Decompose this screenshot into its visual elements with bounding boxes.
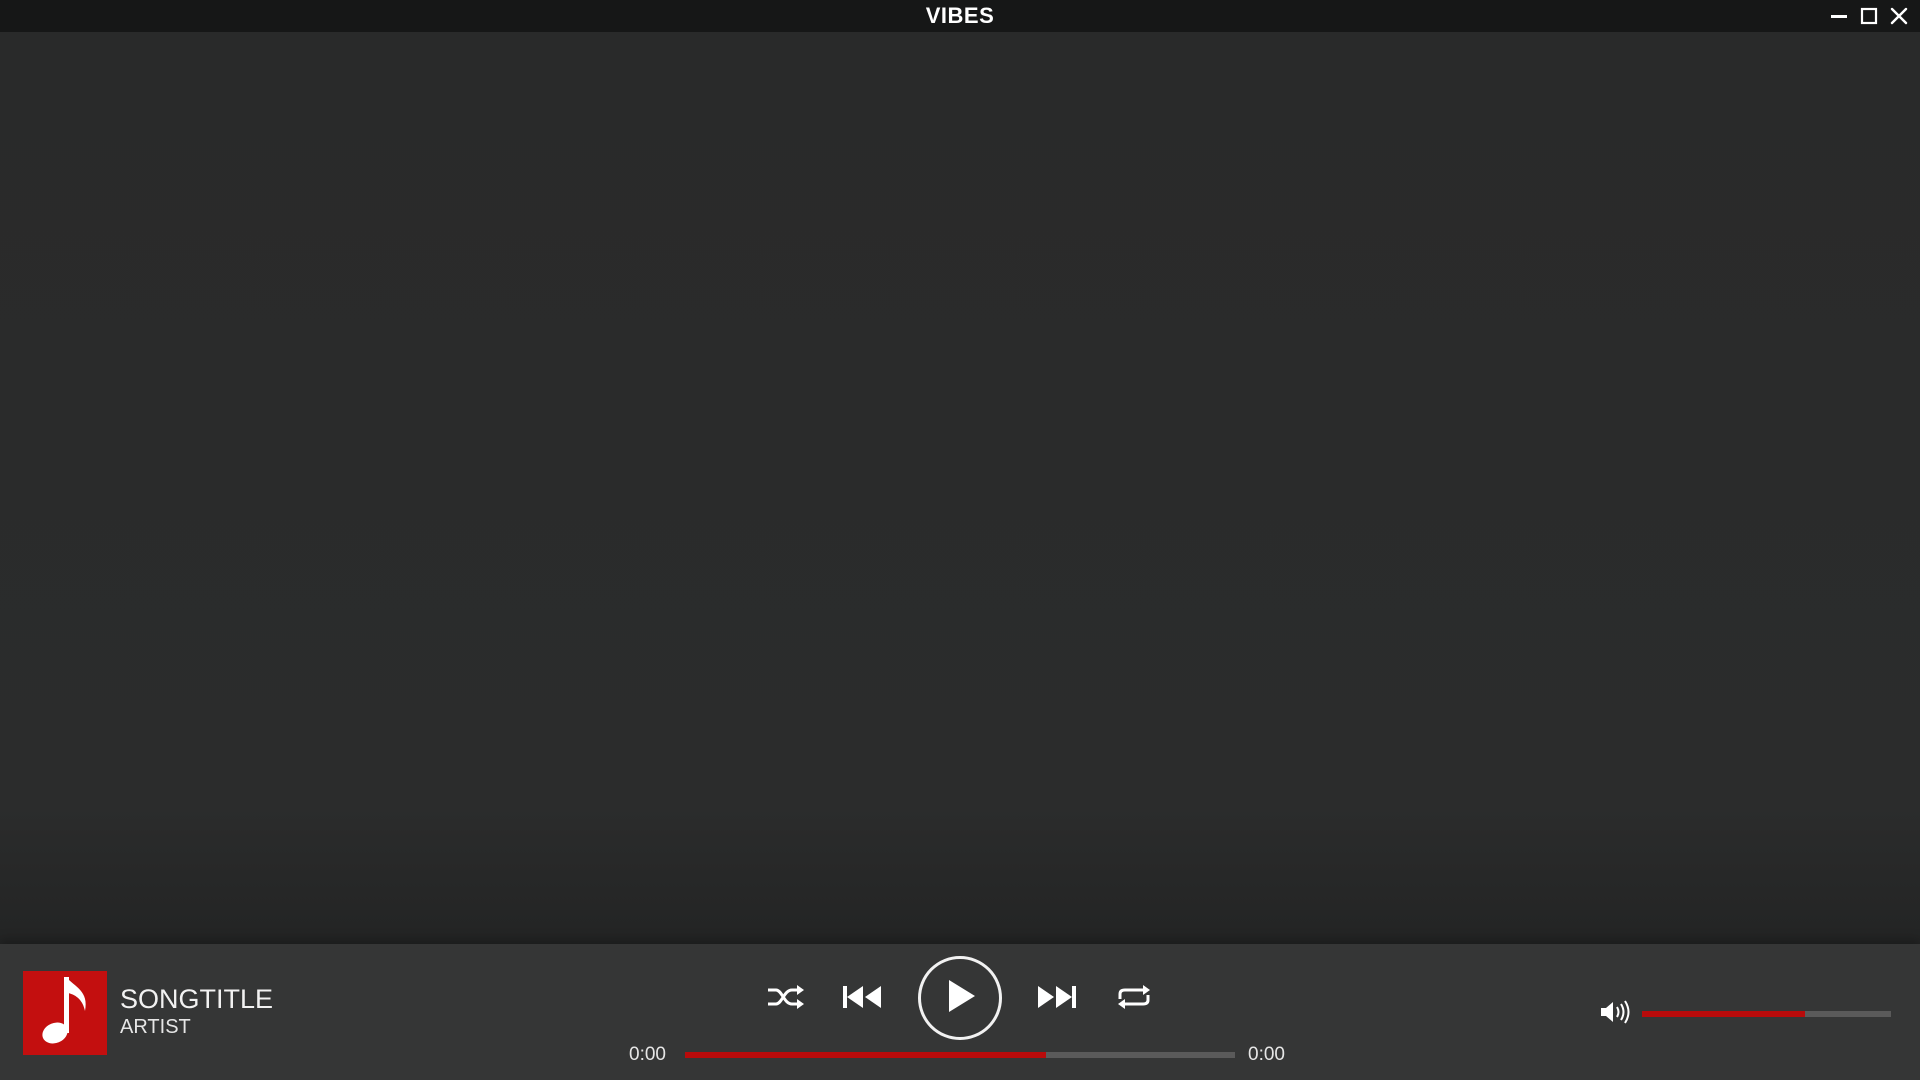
play-button[interactable] bbox=[918, 956, 1002, 1040]
song-title: SONGTITLE bbox=[120, 984, 274, 1014]
next-icon bbox=[1036, 983, 1078, 1011]
music-note-icon bbox=[35, 973, 95, 1054]
previous-button[interactable] bbox=[838, 980, 886, 1014]
app-title: VIBES bbox=[925, 3, 995, 28]
song-artist: ARTIST bbox=[120, 1016, 191, 1038]
maximize-button[interactable] bbox=[1856, 3, 1882, 29]
volume-fill bbox=[1642, 1011, 1806, 1017]
previous-icon bbox=[841, 983, 883, 1011]
current-time: 0:00 bbox=[629, 1044, 666, 1065]
play-icon bbox=[943, 977, 977, 1020]
volume-icon bbox=[1599, 999, 1631, 1030]
progress-fill bbox=[685, 1052, 1047, 1058]
repeat-icon bbox=[1114, 983, 1154, 1011]
music-player-app: VIBES SONGTITLE ARTIST 0:00 0:00 bbox=[0, 0, 1920, 1080]
main-content-area bbox=[0, 32, 1920, 944]
maximize-icon bbox=[1860, 7, 1878, 25]
player-bar: SONGTITLE ARTIST 0:00 0:00 bbox=[0, 944, 1920, 1080]
shuffle-button[interactable] bbox=[762, 980, 810, 1014]
repeat-button[interactable] bbox=[1110, 980, 1158, 1014]
album-art[interactable] bbox=[23, 971, 107, 1055]
next-button[interactable] bbox=[1033, 980, 1081, 1014]
minimize-icon bbox=[1830, 7, 1848, 25]
volume-button[interactable] bbox=[1598, 999, 1632, 1030]
progress-bar[interactable] bbox=[685, 1052, 1235, 1058]
close-button[interactable] bbox=[1886, 3, 1912, 29]
minimize-button[interactable] bbox=[1826, 3, 1852, 29]
volume-slider[interactable] bbox=[1642, 1011, 1891, 1017]
shuffle-icon bbox=[766, 983, 806, 1011]
close-icon bbox=[1890, 7, 1908, 25]
title-bar: VIBES bbox=[0, 0, 1920, 32]
total-time: 0:00 bbox=[1248, 1044, 1285, 1065]
